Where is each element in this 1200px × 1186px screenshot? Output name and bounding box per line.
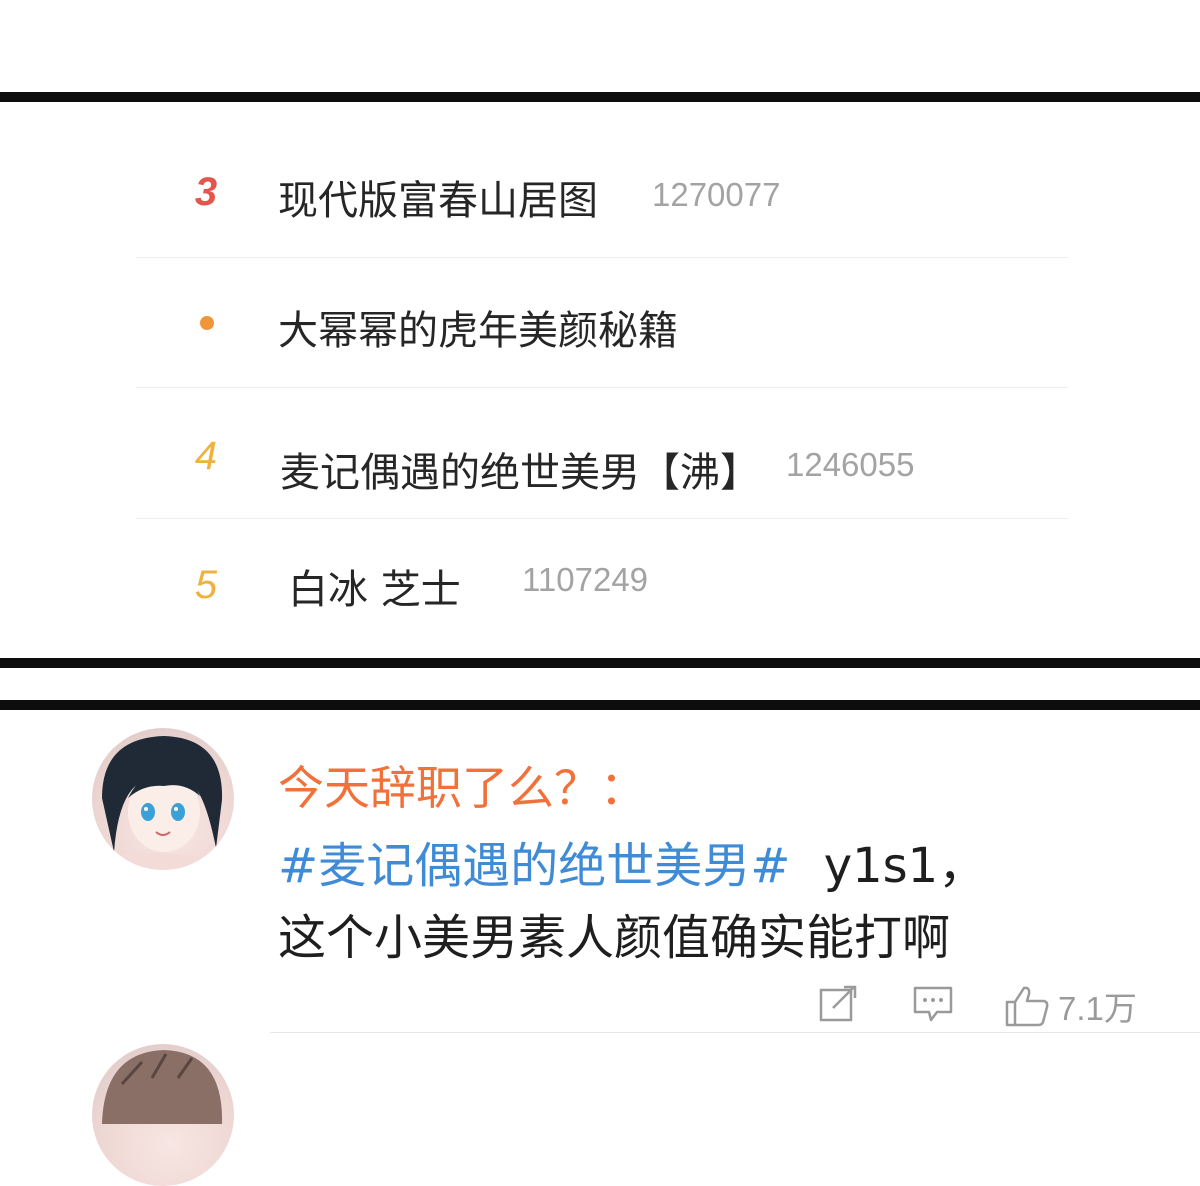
hashtag-link[interactable]: #麦记偶遇的绝世美男# <box>278 838 790 894</box>
comment-text-line1: #麦记偶遇的绝世美男# y1s1， <box>278 826 986 896</box>
repost-icon <box>819 985 857 1022</box>
trend-title[interactable]: 麦记偶遇的绝世美男【沸】 <box>280 440 760 498</box>
rank-number: 3 <box>194 170 218 214</box>
avatar-icon <box>102 1050 223 1124</box>
trending-row[interactable]: 4 麦记偶遇的绝世美男【沸】 1246055 <box>0 388 1200 516</box>
like-button[interactable]: 7.1万 <box>1004 982 1137 1030</box>
comment-text-line2: 这个小美男素人颜值确实能打啊 <box>278 910 951 966</box>
trending-row[interactable]: 3 现代版富春山居图 1270077 <box>0 130 1200 258</box>
avatar-next[interactable] <box>92 1044 234 1186</box>
rank-number: 5 <box>194 563 218 607</box>
panel-border-top <box>0 92 1200 102</box>
comment-username[interactable]: 今天辞职了么？： <box>278 752 646 818</box>
trend-title[interactable]: 现代版富春山居图 <box>278 168 598 226</box>
avatar-icon <box>102 736 223 870</box>
trending-row[interactable]: 5 白冰 芝士 1107249 <box>0 519 1200 647</box>
panel-gap <box>0 668 1200 700</box>
comment-icon <box>913 986 953 1022</box>
comment-text: y1s1， <box>823 838 987 894</box>
top-blank-area <box>0 0 1200 92</box>
panel-border-bottom <box>0 658 1200 668</box>
dot-icon <box>200 316 214 330</box>
rank-number: 4 <box>194 434 218 478</box>
trend-heat: 1246055 <box>786 446 915 483</box>
like-count: 7.1万 <box>1058 990 1137 1027</box>
trend-title[interactable]: 白冰 芝士 <box>288 557 461 615</box>
comment-border-top <box>0 700 1200 710</box>
comment-button[interactable] <box>912 984 954 1024</box>
trend-title[interactable]: 大幂幂的虎年美颜秘籍 <box>278 298 678 356</box>
trend-heat: 1107249 <box>522 561 649 598</box>
repost-button[interactable] <box>818 984 858 1024</box>
trend-heat: 1270077 <box>652 176 781 213</box>
trending-row-promoted[interactable]: 大幂幂的虎年美颜秘籍 <box>0 258 1200 386</box>
thumbs-up-icon <box>1005 986 1049 1027</box>
avatar[interactable] <box>92 728 234 870</box>
comment-divider <box>270 1032 1200 1033</box>
trending-panel: 3 现代版富春山居图 1270077 大幂幂的虎年美颜秘籍 4 麦记偶遇的绝世美… <box>0 102 1200 658</box>
